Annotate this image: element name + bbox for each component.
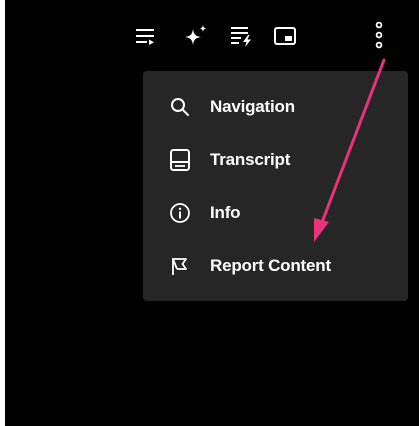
picture-in-picture-button[interactable] [269,20,301,52]
sparkle-icon [185,25,207,45]
quick-actions-icon [231,27,251,47]
player-toolbar [5,0,419,70]
menu-item-report-content[interactable]: Report Content [143,246,408,286]
playlist-button[interactable] [130,20,162,52]
menu-item-label: Transcript [210,150,291,169]
quick-actions-button[interactable] [225,20,257,52]
more-options-icon [375,21,383,49]
search-icon [168,95,192,119]
playlist-icon [136,29,154,45]
ai-assistant-button[interactable] [180,20,212,52]
flag-icon [168,254,192,278]
menu-item-navigation[interactable]: Navigation [143,87,408,127]
transcript-icon [168,148,192,172]
more-options-button[interactable] [364,20,394,52]
info-icon [168,201,192,225]
picture-in-picture-icon [274,27,296,45]
menu-item-label: Report Content [210,256,331,275]
menu-item-label: Info [210,203,241,222]
menu-item-info[interactable]: Info [143,193,408,233]
menu-item-label: Navigation [210,97,295,116]
video-player: Navigation Transcript Info Report Conten… [5,0,419,426]
menu-item-transcript[interactable]: Transcript [143,140,408,180]
more-options-menu: Navigation Transcript Info Report Conten… [143,71,408,301]
